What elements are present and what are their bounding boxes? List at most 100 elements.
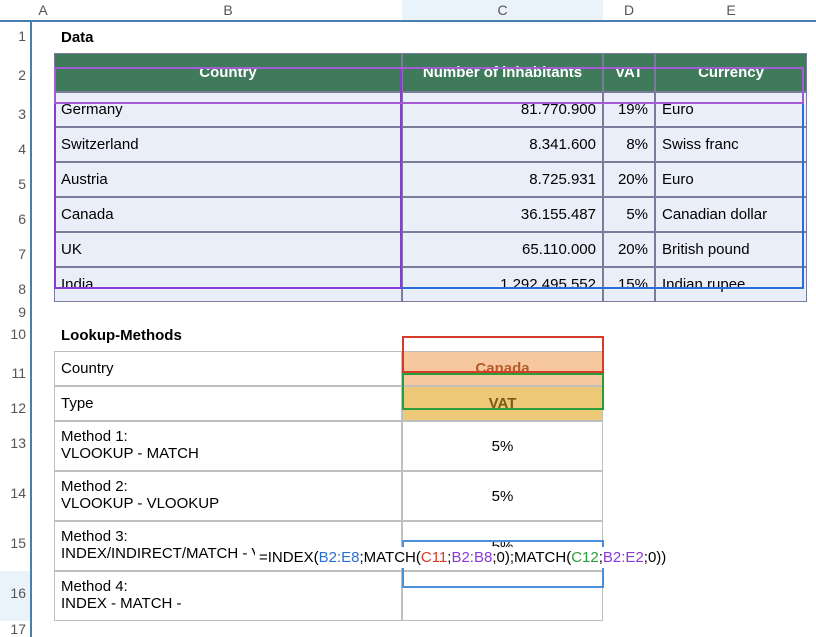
cell-D4[interactable]: 8% <box>603 127 655 162</box>
row-header-12[interactable]: 12 <box>0 386 32 421</box>
cell-C16[interactable] <box>402 571 603 621</box>
cell-A14[interactable] <box>32 471 54 521</box>
cell-D11[interactable] <box>603 351 655 386</box>
cell-E8[interactable]: Indian rupee <box>655 267 807 302</box>
cell-C7[interactable]: 65.110.000 <box>402 232 603 267</box>
row-header-8[interactable]: 8 <box>0 267 32 302</box>
row-header-2[interactable]: 2 <box>0 53 32 92</box>
row-header-13[interactable]: 13 <box>0 421 32 471</box>
cell-B6[interactable]: Canada <box>54 197 402 232</box>
cell-B1[interactable]: Data <box>54 22 402 53</box>
cell-A13[interactable] <box>32 421 54 471</box>
cell-C1[interactable] <box>402 22 603 53</box>
spreadsheet-grid[interactable]: A B C D E 1 Data 2 Country Number of inh… <box>0 0 816 637</box>
cell-D14[interactable] <box>603 471 655 521</box>
cell-B3[interactable]: Germany <box>54 92 402 127</box>
cell-E10[interactable] <box>655 320 807 351</box>
cell-F2[interactable] <box>807 53 816 92</box>
cell-F10[interactable] <box>807 320 816 351</box>
row-header-5[interactable]: 5 <box>0 162 32 197</box>
row-header-1[interactable]: 1 <box>0 22 32 53</box>
cell-F14[interactable] <box>807 471 816 521</box>
col-header-C[interactable]: C <box>402 0 603 22</box>
cell-E12[interactable] <box>655 386 807 421</box>
cell-E7[interactable]: British pound <box>655 232 807 267</box>
cell-D3[interactable]: 19% <box>603 92 655 127</box>
cell-C12[interactable]: VAT <box>402 386 603 421</box>
cell-C6[interactable]: 36.155.487 <box>402 197 603 232</box>
cell-D8[interactable]: 15% <box>603 267 655 302</box>
cell-F7[interactable] <box>807 232 816 267</box>
cell-D10[interactable] <box>603 320 655 351</box>
cell-B12[interactable]: Type <box>54 386 402 421</box>
cell-F12[interactable] <box>807 386 816 421</box>
cell-B8[interactable]: India <box>54 267 402 302</box>
cell-A1[interactable] <box>32 22 54 53</box>
cell-D16[interactable] <box>603 571 655 621</box>
cell-F6[interactable] <box>807 197 816 232</box>
header-currency[interactable]: Currency <box>655 53 807 92</box>
header-inhabitants[interactable]: Number of inhabitants <box>402 53 603 92</box>
cell-E13[interactable] <box>655 421 807 471</box>
col-header-F[interactable] <box>807 0 816 22</box>
row-header-9[interactable]: 9 <box>0 302 32 320</box>
cell-D6[interactable]: 5% <box>603 197 655 232</box>
cell-A10[interactable] <box>32 320 54 351</box>
cell-B14[interactable]: Method 2: VLOOKUP - VLOOKUP <box>54 471 402 521</box>
cell-B4[interactable]: Switzerland <box>54 127 402 162</box>
header-country[interactable]: Country <box>54 53 402 92</box>
cell-E3[interactable]: Euro <box>655 92 807 127</box>
cell-D13[interactable] <box>603 421 655 471</box>
row-header-14[interactable]: 14 <box>0 471 32 521</box>
row-header-7[interactable]: 7 <box>0 232 32 267</box>
cell-C10[interactable] <box>402 320 603 351</box>
cell-E5[interactable]: Euro <box>655 162 807 197</box>
row-header-10[interactable]: 10 <box>0 320 32 351</box>
cell-A12[interactable] <box>32 386 54 421</box>
cell-B11[interactable]: Country <box>54 351 402 386</box>
col-header-A[interactable]: A <box>32 0 54 22</box>
cell-A4[interactable] <box>32 127 54 162</box>
cell-A16[interactable] <box>32 571 54 621</box>
row-header-15[interactable]: 15 <box>0 521 32 571</box>
formula-editor[interactable]: =INDEX(B2:E8;MATCH(C11;B2:B8;0);MATCH(C1… <box>255 547 670 568</box>
cell-E9[interactable] <box>655 302 807 320</box>
cell-F13[interactable] <box>807 421 816 471</box>
cell-F4[interactable] <box>807 127 816 162</box>
cell-F5[interactable] <box>807 162 816 197</box>
cell-F11[interactable] <box>807 351 816 386</box>
cell-A6[interactable] <box>32 197 54 232</box>
cell-D9[interactable] <box>603 302 655 320</box>
cell-A8[interactable] <box>32 267 54 302</box>
corner-cell[interactable] <box>0 0 32 22</box>
cell-D5[interactable]: 20% <box>603 162 655 197</box>
cell-C8[interactable]: 1.292.495.552 <box>402 267 603 302</box>
header-vat[interactable]: VAT <box>603 53 655 92</box>
cell-A2[interactable] <box>32 53 54 92</box>
cell-B5[interactable]: Austria <box>54 162 402 197</box>
cell-B16[interactable]: Method 4: INDEX - MATCH - <box>54 571 402 621</box>
cell-F3[interactable] <box>807 92 816 127</box>
cell-A5[interactable] <box>32 162 54 197</box>
cell-F15[interactable] <box>807 521 816 571</box>
cell-F8[interactable] <box>807 267 816 302</box>
row-header-11[interactable]: 11 <box>0 351 32 386</box>
col-header-D[interactable]: D <box>603 0 655 22</box>
cell-D1[interactable] <box>603 22 655 53</box>
col-header-B[interactable]: B <box>54 0 402 22</box>
cell-C11[interactable]: Canada <box>402 351 603 386</box>
cell-B9[interactable] <box>54 302 402 320</box>
cell-C13[interactable]: 5% <box>402 421 603 471</box>
cell-A9[interactable] <box>32 302 54 320</box>
row-header-4[interactable]: 4 <box>0 127 32 162</box>
row-header-17[interactable]: 17 <box>0 621 32 637</box>
cell-D12[interactable] <box>603 386 655 421</box>
cell-B13[interactable]: Method 1: VLOOKUP - MATCH <box>54 421 402 471</box>
cell-B7[interactable]: UK <box>54 232 402 267</box>
cell-E14[interactable] <box>655 471 807 521</box>
cell-E11[interactable] <box>655 351 807 386</box>
cell-A11[interactable] <box>32 351 54 386</box>
cell-F9[interactable] <box>807 302 816 320</box>
col-header-E[interactable]: E <box>655 0 807 22</box>
cell-C5[interactable]: 8.725.931 <box>402 162 603 197</box>
